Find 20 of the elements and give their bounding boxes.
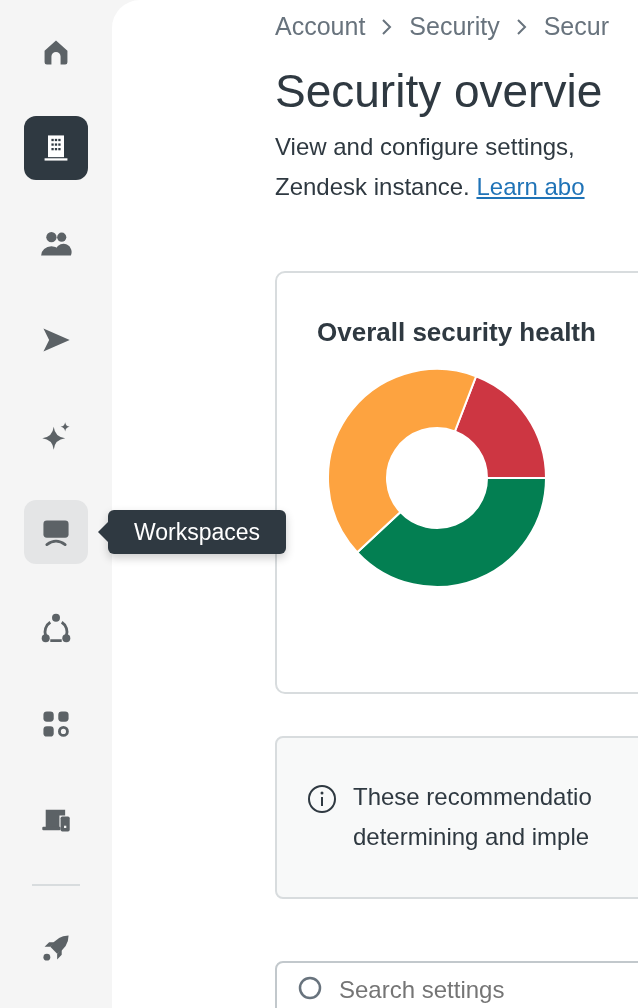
search-field[interactable]: Search settings xyxy=(275,960,638,1008)
breadcrumb-link[interactable]: Account xyxy=(275,8,366,46)
learn-more-link[interactable]: Learn abo xyxy=(476,172,585,200)
apps-icon xyxy=(40,708,72,740)
card-title: Overall security health xyxy=(317,316,597,348)
tooltip-arrow xyxy=(98,522,108,542)
tooltip: Workspaces xyxy=(108,510,287,554)
breadcrumb-link[interactable]: Secur xyxy=(543,8,609,46)
chevron-icon xyxy=(515,16,528,37)
page-title: Security overvie xyxy=(275,63,604,119)
page-description: View and configure settings, Zendesk instance. Learn abo xyxy=(275,131,586,202)
nav-button[interactable] xyxy=(24,500,88,564)
search-input[interactable]: Search settings xyxy=(339,974,638,1005)
chevron-icon xyxy=(381,16,394,37)
notice-text: These recommendatio determining and imple xyxy=(353,782,592,853)
nav-button[interactable] xyxy=(24,116,88,180)
breadcrumb-link[interactable]: Security xyxy=(409,8,500,46)
info-icon xyxy=(307,783,337,814)
rocket-icon xyxy=(40,932,72,964)
network-icon xyxy=(40,612,72,644)
